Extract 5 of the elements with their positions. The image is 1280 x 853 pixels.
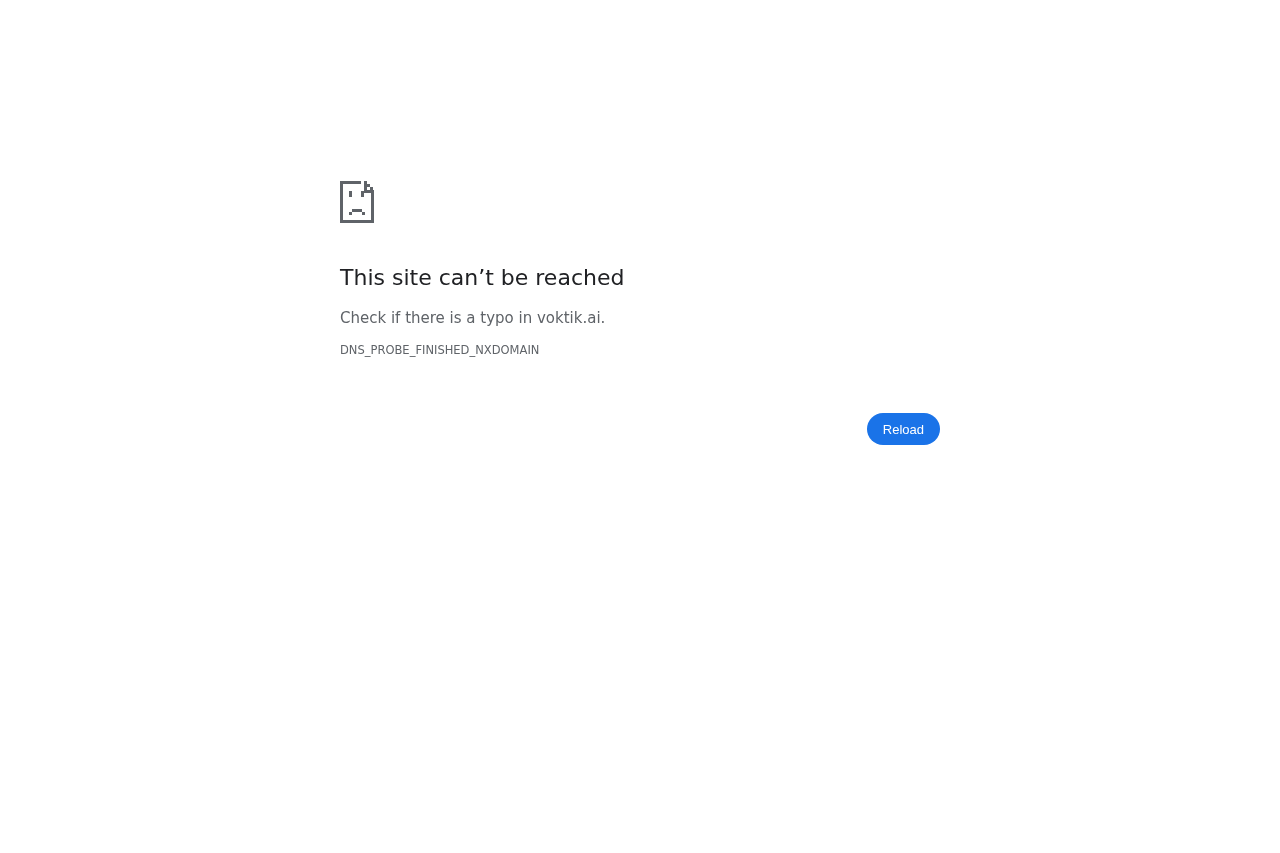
reload-button[interactable]: Reload (866, 413, 940, 446)
error-heading: This site can’t be reached (340, 264, 626, 292)
error-code: DNS_PROBE_FINISHED_NXDOMAIN (340, 343, 541, 358)
sad-page-icon (340, 181, 374, 223)
error-message: Check if there is a typo in voktik.ai. (340, 308, 607, 329)
